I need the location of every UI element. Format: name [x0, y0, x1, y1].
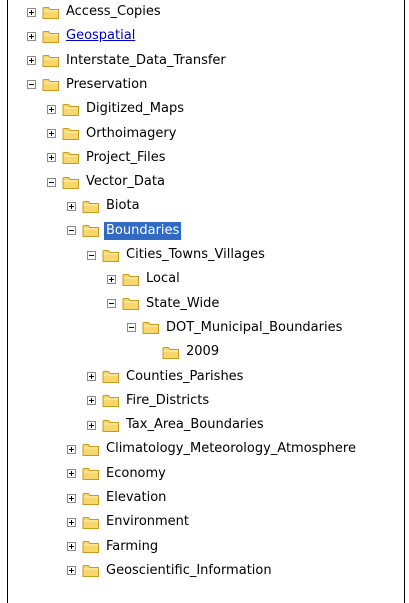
expand-plus-icon[interactable]	[67, 566, 76, 576]
folder-icon	[102, 369, 120, 384]
expand-plus-icon[interactable]	[67, 493, 76, 503]
left-border	[7, 0, 8, 603]
tree-node[interactable]: DOT_Municipal_Boundaries	[127, 317, 344, 339]
tree-node-label[interactable]: Project_Files	[84, 149, 168, 167]
collapse-minus-icon[interactable]	[67, 226, 76, 236]
tree-node-label[interactable]: State_Wide	[144, 295, 221, 313]
tree-node-label[interactable]: Orthoimagery	[84, 125, 178, 143]
expand-plus-icon[interactable]	[67, 444, 76, 454]
tree-node-label[interactable]: Preservation	[64, 76, 149, 94]
expand-plus-icon[interactable]	[87, 420, 96, 430]
folder-icon	[102, 418, 120, 433]
tree-node-label[interactable]: Access_Copies	[64, 3, 163, 21]
expand-plus-icon[interactable]	[47, 104, 56, 114]
tree-node-label[interactable]: Interstate_Data_Transfer	[64, 52, 228, 70]
folder-icon	[122, 272, 140, 287]
folder-icon	[82, 466, 100, 481]
tree-node[interactable]: Biota	[67, 195, 142, 217]
tree-node-label[interactable]: Environment	[104, 513, 191, 531]
tree-node[interactable]: Orthoimagery	[47, 123, 178, 145]
tree-node-label[interactable]: Cities_Towns_Villages	[124, 246, 267, 264]
folder-icon	[42, 77, 60, 92]
folder-icon	[122, 296, 140, 311]
expand-plus-icon[interactable]	[47, 129, 56, 138]
tree-node-label[interactable]: Economy	[104, 465, 168, 483]
folder-icon	[62, 175, 80, 190]
expand-plus-icon[interactable]	[47, 153, 56, 163]
folder-icon	[102, 393, 120, 408]
tree-node-label[interactable]: Vector_Data	[84, 173, 167, 191]
tree-node-label[interactable]: Local	[144, 270, 182, 288]
folder-icon	[42, 53, 60, 68]
tree-node[interactable]: Farming	[67, 536, 160, 558]
tree-node[interactable]: Digitized_Maps	[47, 98, 186, 120]
folder-icon	[82, 491, 100, 506]
expand-plus-icon[interactable]	[87, 396, 96, 406]
expand-plus-icon[interactable]	[67, 542, 76, 552]
expand-plus-icon[interactable]	[87, 372, 96, 381]
tree-node[interactable]: Access_Copies	[27, 1, 163, 23]
tree-node-label[interactable]: Counties_Parishes	[124, 368, 245, 386]
right-border	[404, 0, 405, 603]
folder-icon	[62, 102, 80, 117]
folder-icon	[82, 539, 100, 554]
tree-node[interactable]: State_Wide	[107, 293, 221, 315]
tree-node-label[interactable]: DOT_Municipal_Boundaries	[164, 319, 344, 337]
tree-node-label[interactable]: Geospatial	[64, 27, 137, 45]
collapse-minus-icon[interactable]	[27, 80, 36, 90]
tree-node-label[interactable]: 2009	[184, 343, 221, 361]
folder-icon	[82, 223, 100, 238]
folder-icon	[142, 320, 160, 335]
expand-plus-icon[interactable]	[107, 274, 116, 284]
tree-node[interactable]: Vector_Data	[47, 171, 167, 193]
tree-node-label[interactable]: Boundaries	[104, 221, 182, 240]
tree-node-label[interactable]: Farming	[104, 538, 160, 556]
tree-node[interactable]: Boundaries	[67, 220, 182, 242]
folder-icon	[82, 515, 100, 530]
tree-node[interactable]: Environment	[67, 511, 191, 533]
folder-icon	[62, 126, 80, 141]
tree-node[interactable]: Geoscientific_Information	[67, 560, 274, 582]
expand-plus-icon[interactable]	[27, 31, 36, 41]
tree-node-label[interactable]: Fire_Districts	[124, 392, 211, 410]
tree-node[interactable]: Project_Files	[47, 147, 168, 169]
folder-icon	[42, 29, 60, 44]
tree-node[interactable]: Local	[107, 268, 182, 290]
folder-tree: Access_Copies Geospatial Interstate_Data…	[0, 0, 409, 603]
folder-icon	[62, 150, 80, 165]
tree-node-label[interactable]: Biota	[104, 197, 142, 215]
tree-node-label[interactable]: Digitized_Maps	[84, 100, 186, 118]
expand-plus-icon[interactable]	[67, 201, 76, 211]
tree-node[interactable]: Tax_Area_Boundaries	[87, 414, 266, 436]
tree-node[interactable]: Economy	[67, 463, 168, 485]
tree-node-label[interactable]: Tax_Area_Boundaries	[124, 416, 266, 434]
folder-icon	[42, 5, 60, 20]
tree-node[interactable]: 2009	[147, 341, 221, 363]
folder-icon	[82, 442, 100, 457]
folder-icon	[102, 248, 120, 263]
tree-node[interactable]: Counties_Parishes	[87, 366, 245, 388]
tree-node-label[interactable]: Geoscientific_Information	[104, 562, 274, 580]
collapse-minus-icon[interactable]	[127, 323, 136, 333]
expand-plus-icon[interactable]	[27, 56, 36, 66]
tree-node-label[interactable]: Climatology_Meteorology_Atmosphere	[104, 440, 358, 458]
tree-node[interactable]: Geospatial	[27, 25, 137, 47]
tree-node-label[interactable]: Elevation	[104, 489, 168, 507]
folder-icon	[82, 199, 100, 214]
expand-plus-icon[interactable]	[27, 7, 36, 17]
tree-node[interactable]: Cities_Towns_Villages	[87, 244, 267, 266]
tree-node[interactable]: Preservation	[27, 74, 149, 96]
expand-plus-icon[interactable]	[67, 517, 76, 527]
collapse-minus-icon[interactable]	[47, 177, 56, 187]
tree-node[interactable]: Elevation	[67, 487, 168, 509]
tree-node[interactable]: Climatology_Meteorology_Atmosphere	[67, 438, 358, 460]
tree-node[interactable]: Interstate_Data_Transfer	[27, 50, 228, 72]
collapse-minus-icon[interactable]	[107, 299, 116, 309]
folder-icon	[162, 345, 180, 360]
expand-plus-icon[interactable]	[67, 469, 76, 479]
folder-icon	[82, 563, 100, 578]
collapse-minus-icon[interactable]	[87, 250, 96, 260]
tree-node[interactable]: Fire_Districts	[87, 390, 211, 412]
